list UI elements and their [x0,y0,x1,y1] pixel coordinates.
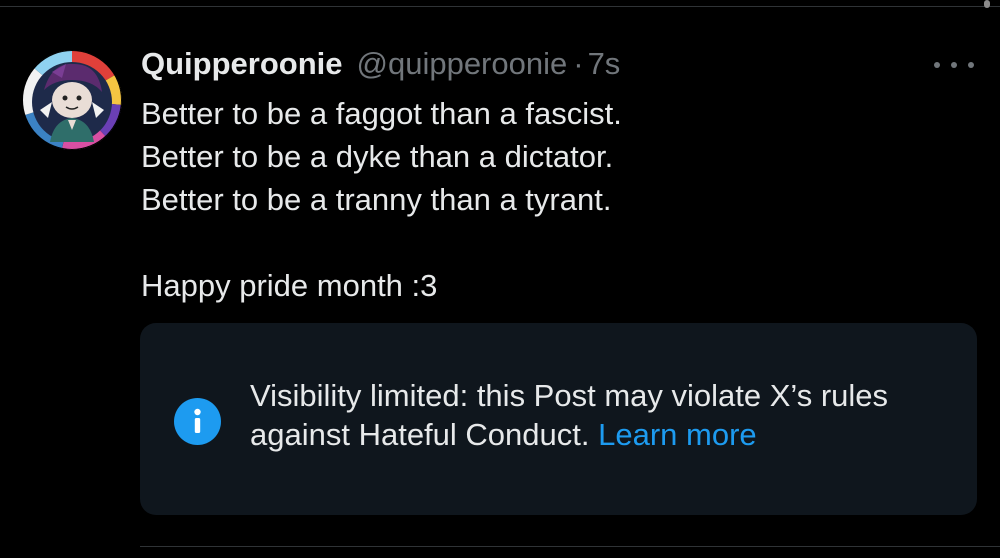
visibility-notice-text: Visibility limited: this Post may violat… [250,376,950,454]
notice-message: Visibility limited: this Post may violat… [250,378,889,452]
separator-dot: · [573,46,584,81]
divider [140,546,1000,547]
post-text: Better to be a faggot than a fascist. Be… [141,92,622,307]
more-options-button[interactable] [934,58,974,72]
post-timestamp[interactable]: 7s [588,46,621,82]
post-text-line: Happy pride month :3 [141,268,438,303]
more-horizontal-icon [934,62,940,68]
learn-more-link[interactable]: Learn more [598,417,757,452]
post-view: Quipperoonie @quipperoonie · 7s Better t… [0,0,1000,558]
visibility-notice-card: Visibility limited: this Post may violat… [140,323,977,515]
post-header: Quipperoonie @quipperoonie · 7s [141,46,620,86]
post-text-line: Better to be a dyke than a dictator. [141,139,614,174]
post-text-line: Better to be a faggot than a fascist. [141,96,622,131]
post-text-line: Better to be a tranny than a tyrant. [141,182,612,217]
divider [0,6,1000,7]
info-icon [174,398,221,445]
user-handle[interactable]: @quipperoonie [357,46,568,82]
display-name[interactable]: Quipperoonie [141,46,343,82]
scrollbar-thumb[interactable] [984,0,990,8]
avatar[interactable] [22,50,122,150]
